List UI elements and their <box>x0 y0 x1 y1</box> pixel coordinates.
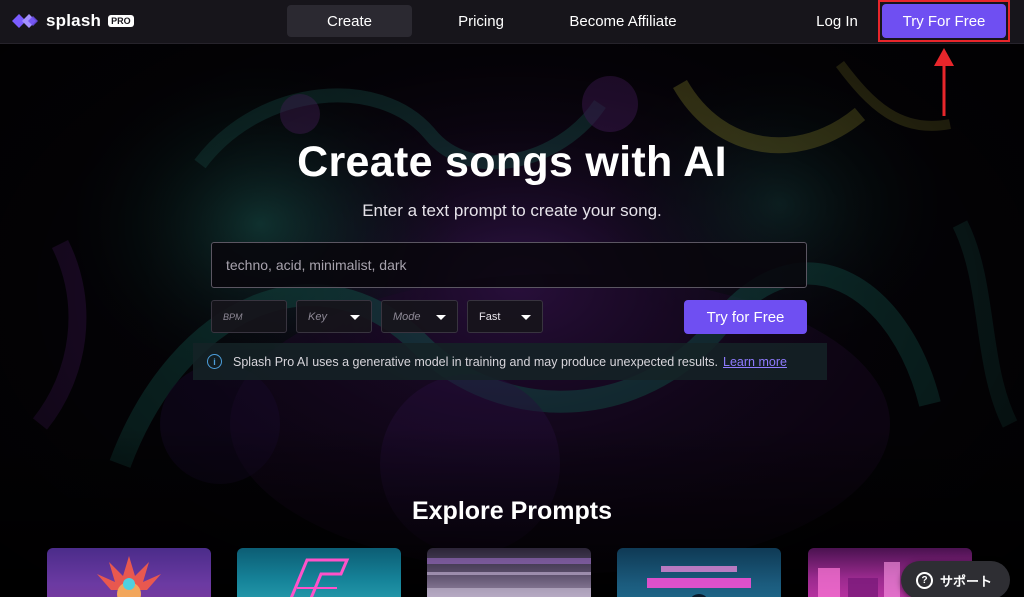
try-for-free-highlight: Try For Free <box>878 0 1010 42</box>
chevron-down-icon <box>521 315 531 320</box>
notice-text: Splash Pro AI uses a generative model in… <box>233 354 719 369</box>
prompt-card[interactable] <box>617 548 781 597</box>
nav-login-link[interactable]: Log In <box>806 5 868 37</box>
prompt-card[interactable] <box>237 548 401 597</box>
prompt-card[interactable] <box>427 548 591 597</box>
info-icon: i <box>207 354 222 369</box>
prompt-card-artwork <box>97 556 161 597</box>
mode-select[interactable]: Mode <box>381 300 458 333</box>
speed-select[interactable]: Fast <box>467 300 543 333</box>
prompt-card-artwork <box>289 558 350 597</box>
explore-prompts-heading: Explore Prompts <box>411 497 613 525</box>
try-for-free-button[interactable]: Try for Free <box>684 300 807 334</box>
nav-try-for-free-button[interactable]: Try For Free <box>882 4 1006 38</box>
hero-subtitle: Enter a text prompt to create your song. <box>362 201 662 220</box>
nav-affiliate-link[interactable]: Become Affiliate <box>552 5 694 37</box>
brand-logo[interactable]: splash PRO <box>12 11 134 31</box>
chevron-down-icon <box>436 315 446 320</box>
nav-create-link[interactable]: Create <box>287 5 412 37</box>
question-icon: ? <box>916 571 933 589</box>
prompt-card-artwork <box>647 566 751 597</box>
chevron-down-icon <box>350 315 360 320</box>
mode-placeholder: Mode <box>393 310 421 323</box>
model-notice-banner: i Splash Pro AI uses a generative model … <box>193 343 827 380</box>
bpm-input[interactable]: BPM <box>211 300 287 333</box>
brand-name: splash <box>46 11 102 30</box>
key-select[interactable]: Key <box>296 300 372 333</box>
hero-title: Create songs with AI <box>297 138 727 186</box>
splash-pro-page: splash PRO Create Pricing Become Affilia… <box>0 0 1024 597</box>
song-prompt-input[interactable] <box>211 242 807 288</box>
prompt-card-artwork <box>427 558 591 597</box>
support-chat-button[interactable]: ? サポート <box>901 561 1010 597</box>
red-arrow-annotation-icon <box>934 48 954 116</box>
brand-badge: PRO <box>108 15 134 27</box>
speed-value: Fast <box>479 310 501 323</box>
learn-more-link[interactable]: Learn more <box>723 355 787 369</box>
key-placeholder: Key <box>308 310 327 323</box>
nav-pricing-link[interactable]: Pricing <box>440 5 522 37</box>
splash-logo-icon <box>12 14 38 28</box>
bpm-placeholder: BPM <box>223 311 243 322</box>
top-nav: splash PRO Create Pricing Become Affilia… <box>0 0 1024 44</box>
prompt-card[interactable] <box>47 548 211 597</box>
support-label: サポート <box>940 573 993 589</box>
